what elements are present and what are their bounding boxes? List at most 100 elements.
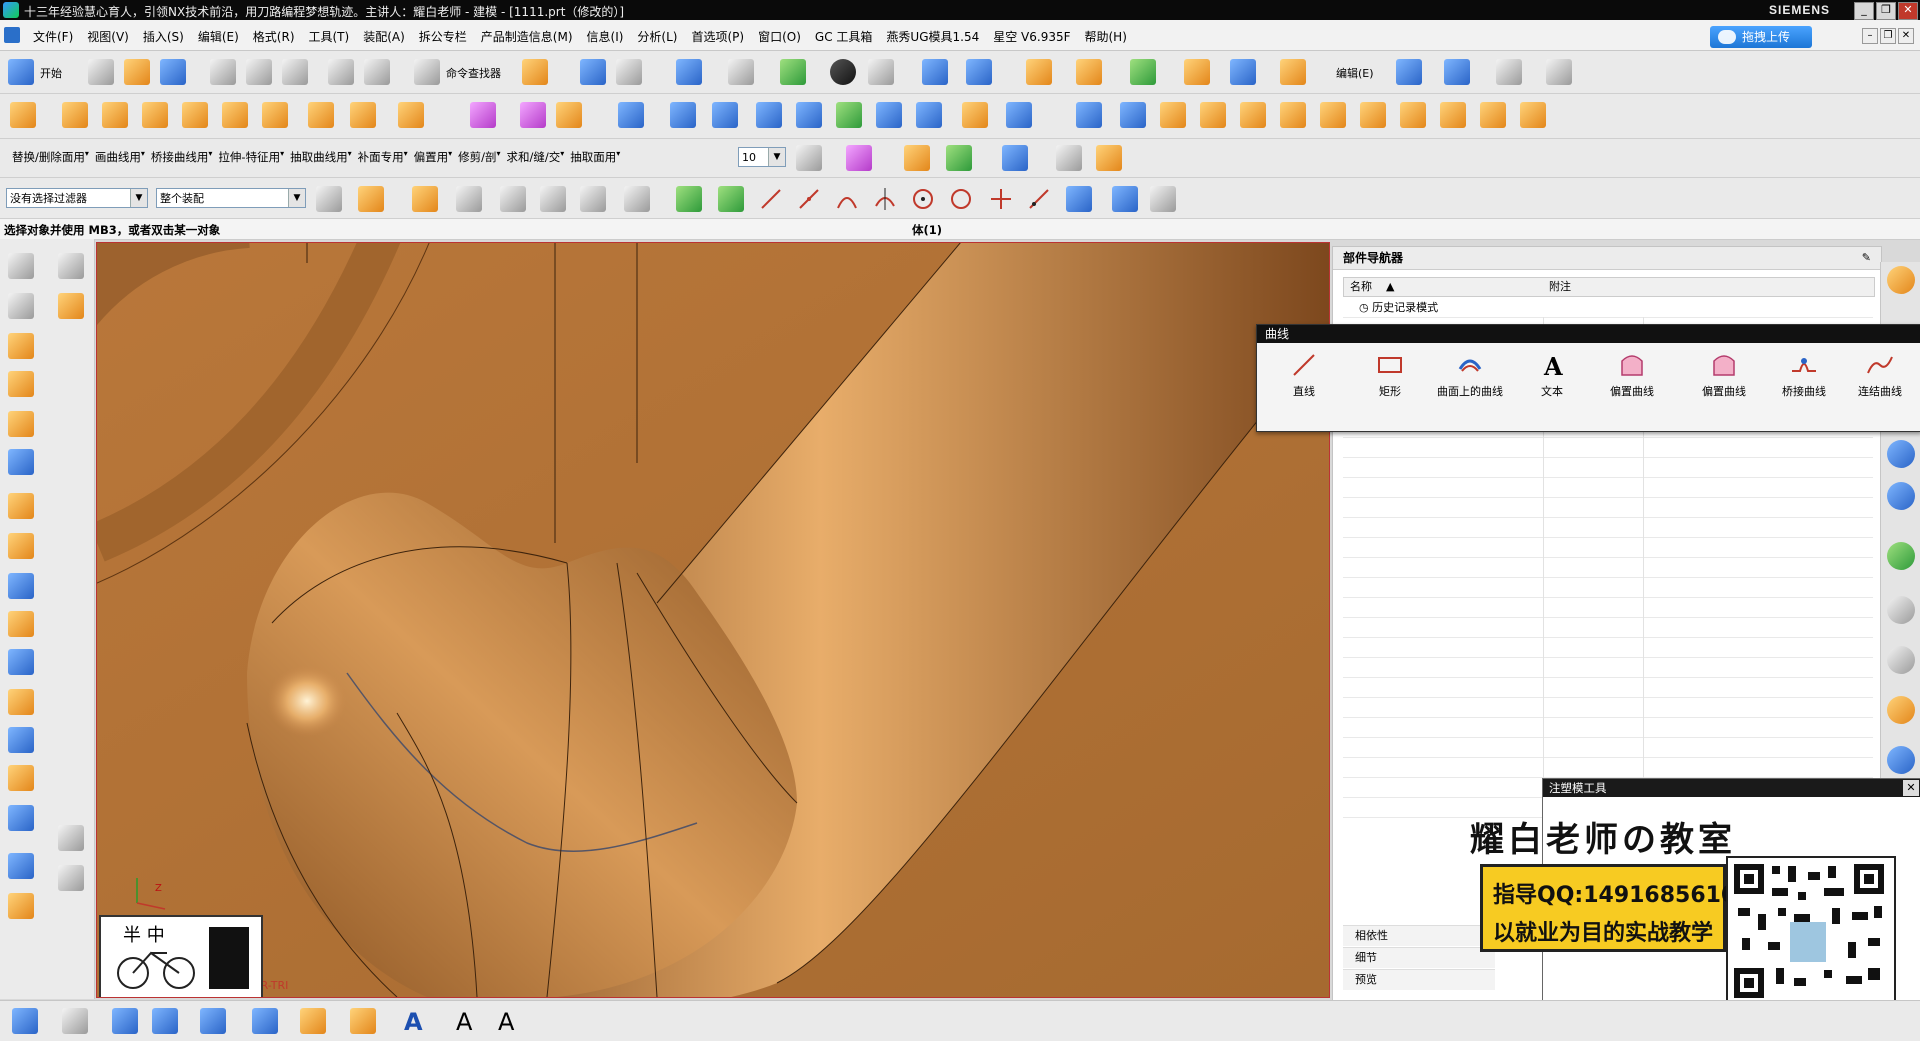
sketch-icon[interactable] (8, 253, 34, 279)
feature-6-icon[interactable] (222, 102, 248, 128)
chamfer-icon[interactable] (8, 649, 34, 675)
plane-list-icon[interactable] (200, 1008, 226, 1034)
insert-icon[interactable] (1400, 102, 1426, 128)
sew-icon[interactable] (470, 102, 496, 128)
play-icon[interactable] (946, 145, 972, 171)
sort-ascending-icon[interactable]: ▲ (1386, 278, 1394, 296)
section-view-icon[interactable] (62, 1008, 88, 1034)
new-file-icon[interactable] (88, 59, 114, 85)
open-folder-icon[interactable] (124, 59, 150, 85)
select-edge-icon[interactable] (580, 186, 606, 212)
reuse-library-icon[interactable] (1887, 482, 1915, 510)
text-size-icon[interactable]: A (498, 1008, 524, 1036)
point-on-curve-icon[interactable] (988, 186, 1014, 212)
array-icon[interactable] (1076, 59, 1102, 85)
analysis-icon[interactable] (846, 145, 872, 171)
cut-icon[interactable] (210, 59, 236, 85)
gear-icon[interactable] (1480, 102, 1506, 128)
layer-settings-icon[interactable] (252, 1008, 278, 1034)
mold-screw-icon[interactable] (1200, 102, 1226, 128)
curve-trim-icon[interactable] (58, 825, 84, 851)
menu-item[interactable]: 插入(S) (136, 28, 191, 45)
move-arrows-icon[interactable] (1120, 102, 1146, 128)
control-point-icon[interactable] (834, 186, 860, 212)
menu-app-icon[interactable] (4, 27, 20, 43)
offset-curve-tool[interactable]: 偏置曲线 (1593, 351, 1671, 399)
constraint-navigator-icon[interactable] (1887, 440, 1915, 468)
offset-curve-tool-2[interactable]: 偏置曲线 (1685, 351, 1763, 399)
curve-on-surface-tool[interactable]: 曲面上的曲线 (1431, 351, 1509, 399)
bounded-grid-icon[interactable] (1066, 186, 1092, 212)
menu-item[interactable]: 格式(R) (246, 28, 302, 45)
history-mode-row[interactable]: ◷ 历史记录模式 (1359, 299, 1438, 315)
feature-2-icon[interactable] (62, 102, 88, 128)
rectangle-select-icon[interactable] (624, 186, 650, 212)
surface-i-icon[interactable] (962, 102, 988, 128)
cube-orange-icon[interactable] (1280, 59, 1306, 85)
arc-center-icon[interactable] (910, 186, 936, 212)
select-point-icon[interactable] (540, 186, 566, 212)
quadrant-point-icon[interactable] (948, 186, 974, 212)
selection-filter-dropdown[interactable]: 没有选择过滤器 ▼ (6, 188, 148, 208)
undo-selection-icon[interactable] (456, 186, 482, 212)
mirror-icon[interactable] (8, 727, 34, 753)
rectangle-icon[interactable] (8, 293, 34, 319)
circle-cross-icon[interactable] (1240, 102, 1266, 128)
cube-blue-icon[interactable] (1230, 59, 1256, 85)
surface-h-icon[interactable] (916, 102, 942, 128)
render-style-icon[interactable] (728, 59, 754, 85)
subtract-icon[interactable] (8, 893, 34, 919)
feature-5-icon[interactable] (182, 102, 208, 128)
system-materials-icon[interactable] (1887, 646, 1915, 674)
lifter-icon[interactable] (1320, 102, 1346, 128)
menu-item[interactable]: 视图(V) (80, 28, 136, 45)
column-name[interactable]: 名称 (1350, 278, 1372, 296)
minimize-button[interactable]: _ (1854, 2, 1874, 20)
edit-menu-label[interactable]: 编辑(E) (1336, 65, 1374, 81)
line-tool[interactable]: 直线 (1265, 351, 1343, 399)
background-color-icon[interactable] (868, 59, 894, 85)
view-orient-icon[interactable] (12, 1008, 38, 1034)
nx-app-icon[interactable] (3, 2, 19, 18)
close-button[interactable]: ✕ (1898, 2, 1918, 20)
protractor-icon[interactable] (1096, 145, 1122, 171)
feature-9-icon[interactable] (350, 102, 376, 128)
selection-scope-dropdown[interactable]: 整个装配 ▼ (156, 188, 306, 208)
feature-3-icon[interactable] (102, 102, 128, 128)
text-tool[interactable]: A 文本 (1513, 351, 1591, 399)
intersection-icon[interactable] (872, 186, 898, 212)
menu-item[interactable]: 装配(A) (356, 28, 412, 45)
datum-icon[interactable] (58, 293, 84, 319)
undo-icon[interactable] (328, 59, 354, 85)
trim-body-icon[interactable] (520, 102, 546, 128)
component-icon[interactable] (1130, 59, 1156, 85)
surface-g-icon[interactable] (876, 102, 902, 128)
start-label[interactable]: 开始 (40, 65, 62, 81)
menu-item[interactable]: 燕秀UG模具1.54 (879, 28, 986, 45)
snap-grid-icon[interactable] (718, 186, 744, 212)
blend-icon[interactable] (8, 611, 34, 637)
menu-item[interactable]: 首选项(P) (684, 28, 751, 45)
process-studio-icon[interactable] (1887, 746, 1915, 774)
union-icon[interactable] (8, 853, 34, 879)
feature-8-icon[interactable] (308, 102, 334, 128)
menu-item[interactable]: 拆公专栏 (412, 28, 474, 45)
surface-icon[interactable] (1444, 59, 1470, 85)
revolve-icon[interactable] (8, 371, 34, 397)
snap-all-icon[interactable] (676, 186, 702, 212)
feature-4-icon[interactable] (142, 102, 168, 128)
annotation-icon[interactable] (350, 1008, 376, 1034)
shaded-sphere-icon[interactable] (780, 59, 806, 85)
feature-10-icon[interactable] (398, 102, 424, 128)
general-selection-icon[interactable] (316, 186, 342, 212)
datum-csys-icon[interactable] (152, 1008, 178, 1034)
history-icon[interactable] (1887, 596, 1915, 624)
draft-icon[interactable] (8, 689, 34, 715)
book-icon[interactable] (1026, 59, 1052, 85)
refresh-icon[interactable] (904, 145, 930, 171)
sketch-plane-icon[interactable] (1396, 59, 1422, 85)
feature-7-icon[interactable] (262, 102, 288, 128)
magic-wand-icon[interactable] (522, 59, 548, 85)
database-icon[interactable] (796, 145, 822, 171)
feature-1-icon[interactable] (10, 102, 36, 128)
